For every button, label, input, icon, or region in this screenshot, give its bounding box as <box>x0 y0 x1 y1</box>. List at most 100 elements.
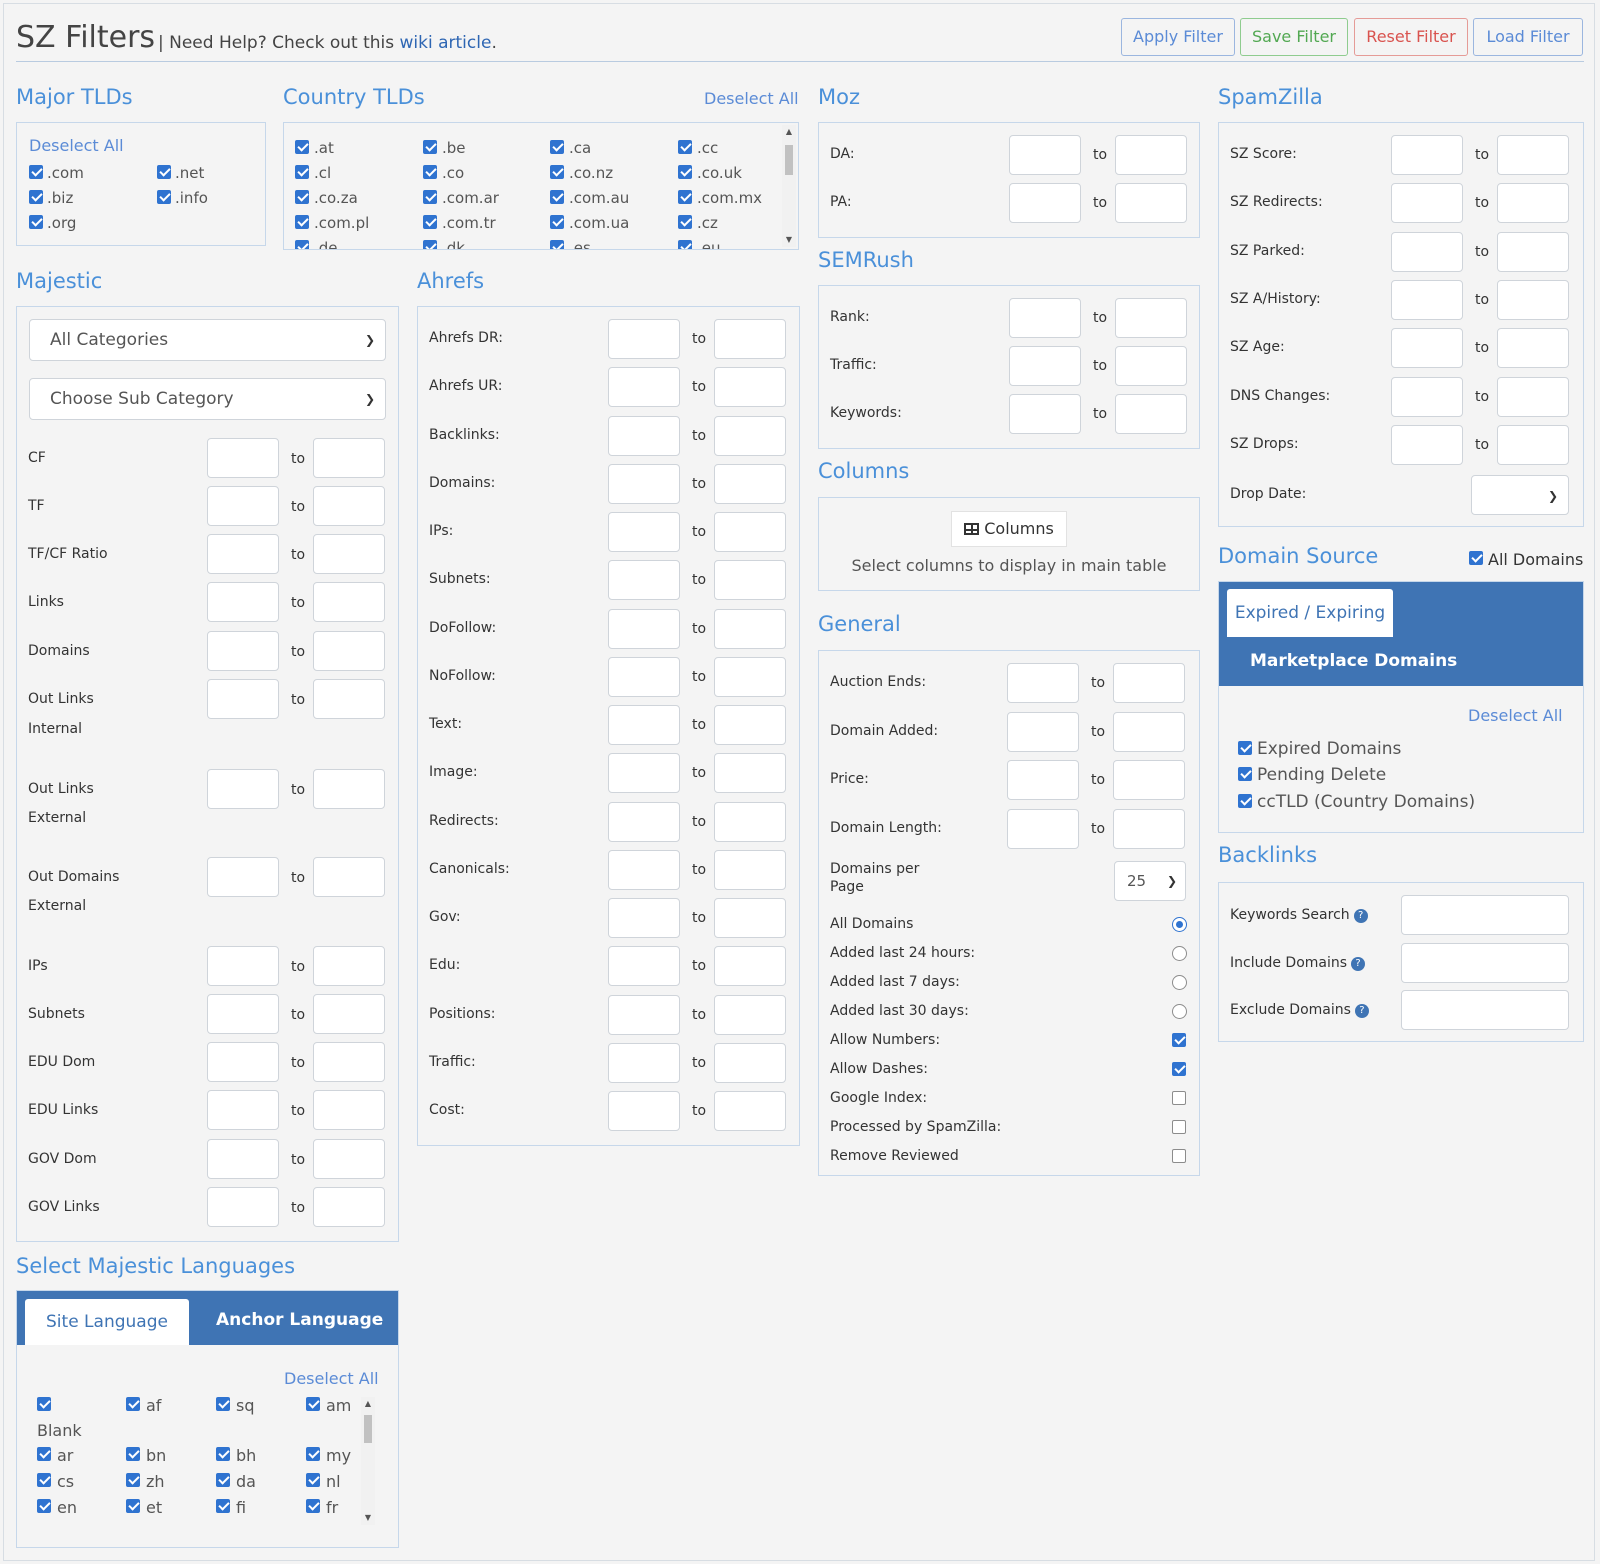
tld-eu-checkbox[interactable] <box>678 240 692 249</box>
major-tlds-deselect-all[interactable]: Deselect All <box>29 136 124 155</box>
lang-my-checkbox[interactable] <box>306 1447 320 1461</box>
domains-min-input[interactable] <box>608 463 680 504</box>
tld-co-nz-checkbox[interactable] <box>550 165 564 179</box>
majestic-tf-1-min-input[interactable] <box>207 486 279 526</box>
majestic-edu-dom-13-min-input[interactable] <box>207 1042 279 1082</box>
edu-min-input[interactable] <box>608 946 680 987</box>
tld-com-ua-checkbox[interactable] <box>550 215 564 229</box>
include-domains-input[interactable] <box>1401 942 1569 983</box>
majestic-ips-11-min-input[interactable] <box>207 946 279 986</box>
tld-dk-checkbox[interactable] <box>423 240 437 249</box>
image-max-input[interactable] <box>714 753 786 794</box>
domain-added-max-input[interactable] <box>1113 711 1185 752</box>
canonicals-max-input[interactable] <box>714 849 786 890</box>
gov-min-input[interactable] <box>608 898 680 938</box>
lang-cs-checkbox[interactable] <box>37 1473 51 1487</box>
majestic-out-links-7-max-input[interactable] <box>313 769 385 809</box>
majestic-gov-links-16-min-input[interactable] <box>207 1187 279 1227</box>
da-max-input[interactable] <box>1115 135 1187 175</box>
subnets-max-input[interactable] <box>714 560 786 601</box>
tab-expired-expiring[interactable]: Expired / Expiring <box>1227 589 1393 637</box>
lang-et-checkbox[interactable] <box>126 1499 140 1513</box>
general-remove-reviewed-checkbox[interactable] <box>1172 1149 1186 1163</box>
sz-score-max-input[interactable] <box>1497 135 1569 175</box>
scroll-down-icon[interactable]: ▼ <box>782 235 796 245</box>
lang-fr-checkbox[interactable] <box>306 1499 320 1513</box>
edu-max-input[interactable] <box>714 946 786 987</box>
help-icon[interactable]: ? <box>1354 1004 1369 1018</box>
lang-blank-checkbox[interactable] <box>37 1397 51 1411</box>
general-added-last-7-days-radio[interactable] <box>1172 975 1187 990</box>
text-max-input[interactable] <box>714 705 786 745</box>
cost-min-input[interactable] <box>608 1091 680 1131</box>
all-domains-checkbox[interactable] <box>1469 551 1483 565</box>
lang-bh-checkbox[interactable] <box>216 1447 230 1461</box>
tab-anchor-language[interactable]: Anchor Language <box>216 1310 383 1330</box>
majestic-ips-11-max-input[interactable] <box>313 946 385 986</box>
majestic-out-domains-9-max-input[interactable] <box>313 857 385 897</box>
sz-a-history-min-input[interactable] <box>1391 279 1463 320</box>
majestic-gov-links-16-max-input[interactable] <box>313 1187 385 1227</box>
majestic-out-links-7-min-input[interactable] <box>207 769 279 809</box>
lang-am-checkbox[interactable] <box>306 1397 320 1411</box>
rank-min-input[interactable] <box>1009 298 1081 338</box>
cctld-checkbox[interactable] <box>1238 794 1252 808</box>
scroll-up-icon[interactable]: ▲ <box>782 127 796 137</box>
tld-cz-checkbox[interactable] <box>678 215 692 229</box>
majestic-edu-dom-13-max-input[interactable] <box>313 1042 385 1082</box>
sz-drops-min-input[interactable] <box>1391 424 1463 465</box>
help-icon[interactable]: ? <box>1351 956 1366 971</box>
help-icon[interactable]: ? <box>1353 909 1368 923</box>
lang-en-checkbox[interactable] <box>37 1499 51 1513</box>
sz-redirects-max-input[interactable] <box>1497 183 1569 224</box>
scroll-thumb[interactable] <box>364 1415 372 1443</box>
tld-org-checkbox[interactable] <box>29 215 43 229</box>
lang-af-checkbox[interactable] <box>126 1397 140 1411</box>
traffic-min-input[interactable] <box>1009 346 1081 386</box>
wiki-article-link[interactable]: wiki article <box>400 33 492 53</box>
tld-co-za-checkbox[interactable] <box>295 190 309 204</box>
scroll-thumb[interactable] <box>785 145 793 175</box>
reset-filter-button[interactable]: Reset Filter <box>1354 18 1468 56</box>
sz-age-min-input[interactable] <box>1391 328 1463 369</box>
nofollow-max-input[interactable] <box>714 656 786 697</box>
sz-score-min-input[interactable] <box>1391 135 1463 175</box>
tld-com-pl-checkbox[interactable] <box>295 215 309 229</box>
languages-deselect-all[interactable]: Deselect All <box>284 1369 379 1388</box>
sz-parked-max-input[interactable] <box>1497 231 1569 272</box>
scroll-up-icon[interactable]: ▲ <box>361 1399 375 1409</box>
tab-site-language[interactable]: Site Language <box>25 1299 189 1345</box>
save-filter-button[interactable]: Save Filter <box>1240 18 1348 56</box>
auction-ends-min-input[interactable] <box>1007 663 1079 703</box>
majestic-category-select[interactable]: All Categories ❯ <box>29 319 386 361</box>
majestic-out-domains-9-min-input[interactable] <box>207 857 279 897</box>
image-min-input[interactable] <box>608 753 680 794</box>
sz-drops-max-input[interactable] <box>1497 424 1569 465</box>
tld-es-checkbox[interactable] <box>550 240 564 249</box>
cost-max-input[interactable] <box>714 1091 786 1131</box>
majestic-out-links-5-max-input[interactable] <box>313 679 385 719</box>
lang-fi-checkbox[interactable] <box>216 1499 230 1513</box>
languages-scrollbar[interactable]: ▲ ▼ <box>361 1397 375 1525</box>
redirects-min-input[interactable] <box>608 801 680 842</box>
lang-ar-checkbox[interactable] <box>37 1447 51 1461</box>
general-processed-by-spamzilla-checkbox[interactable] <box>1172 1120 1186 1134</box>
majestic-subnets-12-max-input[interactable] <box>313 994 385 1034</box>
majestic-cf-0-min-input[interactable] <box>207 438 279 478</box>
tld-cl-checkbox[interactable] <box>295 165 309 179</box>
majestic-links-3-min-input[interactable] <box>207 582 279 622</box>
general-all-domains-radio[interactable] <box>1172 917 1187 932</box>
majestic-gov-dom-15-min-input[interactable] <box>207 1139 279 1179</box>
tld-at-checkbox[interactable] <box>295 140 309 154</box>
tld-ca-checkbox[interactable] <box>550 140 564 154</box>
general-allow-numbers-checkbox[interactable] <box>1172 1033 1186 1047</box>
sz-redirects-min-input[interactable] <box>1391 183 1463 224</box>
tld-net-checkbox[interactable] <box>157 165 171 179</box>
ahrefs-ur-max-input[interactable] <box>714 367 786 408</box>
columns-button[interactable]: Columns <box>951 511 1067 547</box>
lang-bn-checkbox[interactable] <box>126 1447 140 1461</box>
pa-min-input[interactable] <box>1009 183 1081 223</box>
tld-com-mx-checkbox[interactable] <box>678 190 692 204</box>
rank-max-input[interactable] <box>1115 298 1187 338</box>
majestic-subcategory-select[interactable]: Choose Sub Category ❯ <box>29 378 386 420</box>
